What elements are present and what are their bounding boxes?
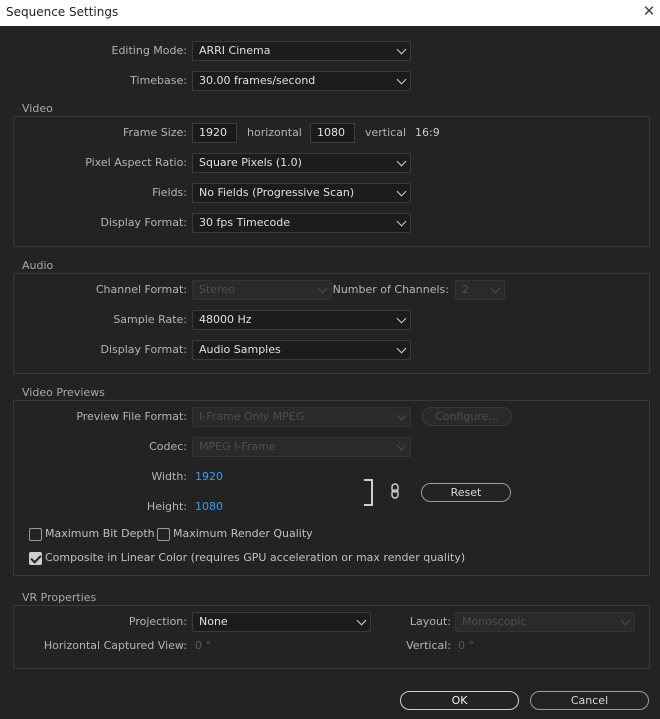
preview-height-value[interactable]: 1080: [195, 500, 223, 513]
frame-width-input[interactable]: 1920: [192, 123, 237, 143]
vertical-view-value[interactable]: 0 °: [458, 639, 474, 652]
sample-rate-label: Sample Rate:: [113, 313, 187, 326]
timebase-label: Timebase:: [130, 74, 187, 87]
aspect-bracket: [364, 479, 373, 506]
link-icon[interactable]: [389, 483, 401, 499]
audio-group-title: Audio: [22, 259, 54, 272]
pixel-aspect-dropdown[interactable]: Square Pixels (1.0): [192, 153, 411, 173]
editing-mode-label: Editing Mode:: [111, 44, 188, 57]
max-bit-depth-label: Maximum Bit Depth: [45, 527, 155, 540]
aspect-ratio-value: 16:9: [415, 126, 440, 139]
max-bit-depth-checkbox[interactable]: [29, 528, 42, 541]
reset-button[interactable]: Reset: [421, 483, 511, 502]
chevron-down-icon: [620, 615, 631, 626]
chevron-down-icon: [396, 44, 407, 55]
chevron-down-icon: [396, 313, 407, 324]
chevron-down-icon: [396, 156, 407, 167]
video-previews-group-title: Video Previews: [22, 386, 105, 399]
projection-value: None: [199, 615, 228, 628]
audio-display-format-label: Display Format:: [100, 343, 187, 356]
chevron-down-icon: [396, 410, 407, 421]
cancel-button[interactable]: Cancel: [530, 691, 649, 710]
video-display-format-label: Display Format:: [100, 216, 187, 229]
num-channels-value: 2: [462, 283, 469, 296]
sample-rate-value: 48000 Hz: [199, 313, 252, 326]
layout-dropdown[interactable]: Monoscopic: [455, 612, 635, 632]
chevron-down-icon: [396, 186, 407, 197]
codec-dropdown[interactable]: MPEG I-Frame: [192, 437, 411, 457]
linear-color-label: Composite in Linear Color (requires GPU …: [45, 551, 466, 564]
pixel-aspect-label: Pixel Aspect Ratio:: [85, 156, 187, 169]
close-icon[interactable]: ✕: [640, 2, 658, 20]
timebase-dropdown[interactable]: 30.00 frames/second: [192, 71, 411, 91]
codec-value: MPEG I-Frame: [199, 440, 276, 453]
fields-value: No Fields (Progressive Scan): [199, 186, 355, 199]
chevron-down-icon: [396, 440, 407, 451]
layout-value: Monoscopic: [462, 615, 527, 628]
ok-button[interactable]: OK: [400, 691, 519, 710]
horizontal-captured-view-label: Horizontal Captured View:: [43, 639, 187, 652]
max-render-quality-checkbox[interactable]: [157, 528, 170, 541]
channel-format-dropdown[interactable]: Stereo: [192, 280, 332, 300]
linear-color-checkbox[interactable]: [29, 552, 42, 565]
vertical-label: vertical: [365, 126, 407, 139]
frame-size-label: Frame Size:: [122, 126, 187, 139]
video-display-format-dropdown[interactable]: 30 fps Timecode: [192, 213, 411, 233]
preview-width-value[interactable]: 1920: [195, 470, 223, 483]
horizontal-captured-view-value[interactable]: 0 °: [195, 639, 211, 652]
fields-dropdown[interactable]: No Fields (Progressive Scan): [192, 183, 411, 203]
projection-label: Projection:: [128, 615, 187, 628]
timebase-value: 30.00 frames/second: [199, 74, 316, 87]
horizontal-label: horizontal: [247, 126, 302, 139]
chevron-down-icon: [356, 615, 367, 626]
editing-mode-value: ARRI Cinema: [199, 44, 271, 57]
chevron-down-icon: [490, 283, 501, 294]
preview-height-label: Height:: [146, 500, 187, 513]
channel-format-value: Stereo: [199, 283, 235, 296]
frame-height-input[interactable]: 1080: [310, 123, 355, 143]
window-title: Sequence Settings: [6, 5, 119, 19]
pixel-aspect-value: Square Pixels (1.0): [199, 156, 302, 169]
chevron-down-icon: [396, 343, 407, 354]
num-channels-label: Number of Channels:: [332, 283, 449, 296]
chevron-down-icon: [396, 216, 407, 227]
preview-file-format-value: I-Frame Only MPEG: [199, 410, 305, 423]
audio-display-format-value: Audio Samples: [199, 343, 281, 356]
audio-display-format-dropdown[interactable]: Audio Samples: [192, 340, 411, 360]
codec-label: Codec:: [149, 440, 187, 453]
preview-width-label: Width:: [151, 470, 187, 483]
preview-file-format-label: Preview File Format:: [76, 410, 187, 423]
num-channels-dropdown[interactable]: 2: [455, 280, 505, 300]
chevron-down-icon: [396, 74, 407, 85]
max-render-quality-label: Maximum Render Quality: [173, 527, 313, 540]
preview-file-format-dropdown[interactable]: I-Frame Only MPEG: [192, 407, 411, 427]
channel-format-label: Channel Format:: [95, 283, 187, 296]
video-group-title: Video: [22, 102, 53, 115]
vr-properties-group-title: VR Properties: [22, 591, 97, 604]
video-display-format-value: 30 fps Timecode: [199, 216, 291, 229]
projection-dropdown[interactable]: None: [192, 612, 371, 632]
sample-rate-dropdown[interactable]: 48000 Hz: [192, 310, 411, 330]
configure-button[interactable]: Configure...: [422, 407, 512, 426]
chevron-down-icon: [317, 283, 328, 294]
vertical-view-label: Vertical:: [406, 639, 451, 652]
fields-label: Fields:: [152, 186, 187, 199]
editing-mode-dropdown[interactable]: ARRI Cinema: [192, 41, 411, 61]
layout-label: Layout:: [409, 615, 451, 628]
